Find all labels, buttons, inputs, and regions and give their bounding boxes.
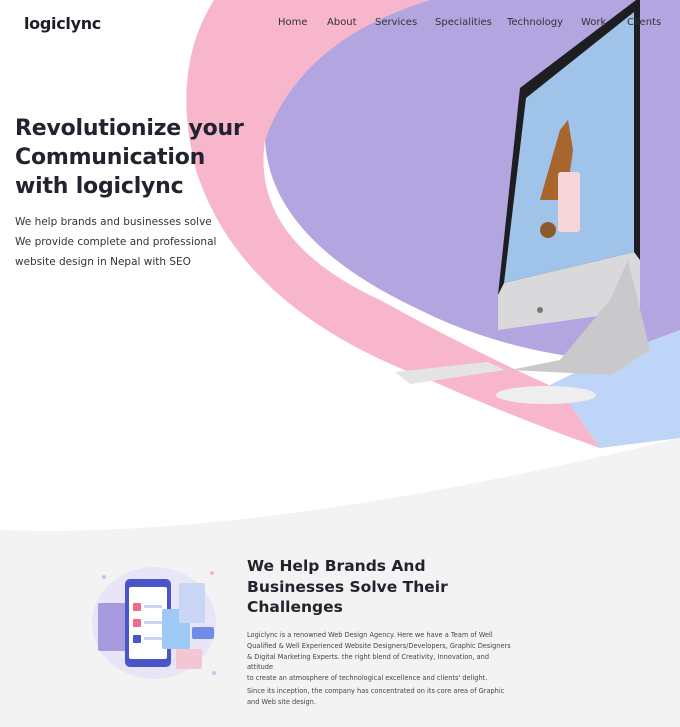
- hero-title-line: Communication: [15, 145, 206, 170]
- nav-specialities[interactable]: Specialities: [435, 17, 492, 28]
- nav-home[interactable]: Home: [278, 17, 308, 28]
- hero-title-line: with logiclync: [15, 174, 184, 199]
- paragraph-line: and Web site design.: [247, 697, 316, 706]
- logo[interactable]: logiclync: [24, 14, 101, 33]
- paragraph-line: Logiclync is a renowned Web Design Agenc…: [247, 631, 493, 639]
- section-paragraph-2: Since its inception, the company has con…: [247, 686, 517, 708]
- mobile-app-illustration: [92, 567, 216, 679]
- hero-subtitle-line: website design in Nepal with SEO: [15, 256, 191, 268]
- section-paragraph-1: Logiclync is a renowned Web Design Agenc…: [247, 630, 517, 684]
- hero-subtitle: We help brands and businesses solve We p…: [15, 212, 255, 272]
- paragraph-line: to create an atmosphere of technological…: [247, 674, 488, 683]
- nav-services[interactable]: Services: [375, 17, 417, 28]
- hero-section: logiclync Home About Services Specialiti…: [0, 0, 680, 500]
- hero-subtitle-line: We provide complete and professional: [15, 236, 217, 248]
- hero-subtitle-line: We help brands and businesses solve: [15, 216, 212, 228]
- hero-title-line: Revolutionize your: [15, 116, 244, 141]
- hero-title: Revolutionize your Communication with lo…: [15, 114, 315, 201]
- section-title-line: We Help Brands And: [247, 557, 426, 575]
- nav-clients[interactable]: Clients: [627, 17, 661, 28]
- nav-technology[interactable]: Technology: [507, 17, 563, 28]
- logo-text: logiclync: [24, 14, 101, 33]
- section-title: We Help Brands And Businesses Solve Thei…: [247, 556, 547, 618]
- nav-work[interactable]: Work: [581, 17, 606, 28]
- nav-about[interactable]: About: [327, 17, 357, 28]
- section-title-line: Businesses Solve Their: [247, 577, 448, 596]
- section-title-line: Challenges: [247, 598, 343, 616]
- paragraph-line: & Digital Marketing Experts. the right b…: [247, 652, 490, 672]
- paragraph-line: Qualified & Well Experienced Website Des…: [247, 641, 511, 650]
- paragraph-line: Since its inception, the company has con…: [247, 687, 505, 695]
